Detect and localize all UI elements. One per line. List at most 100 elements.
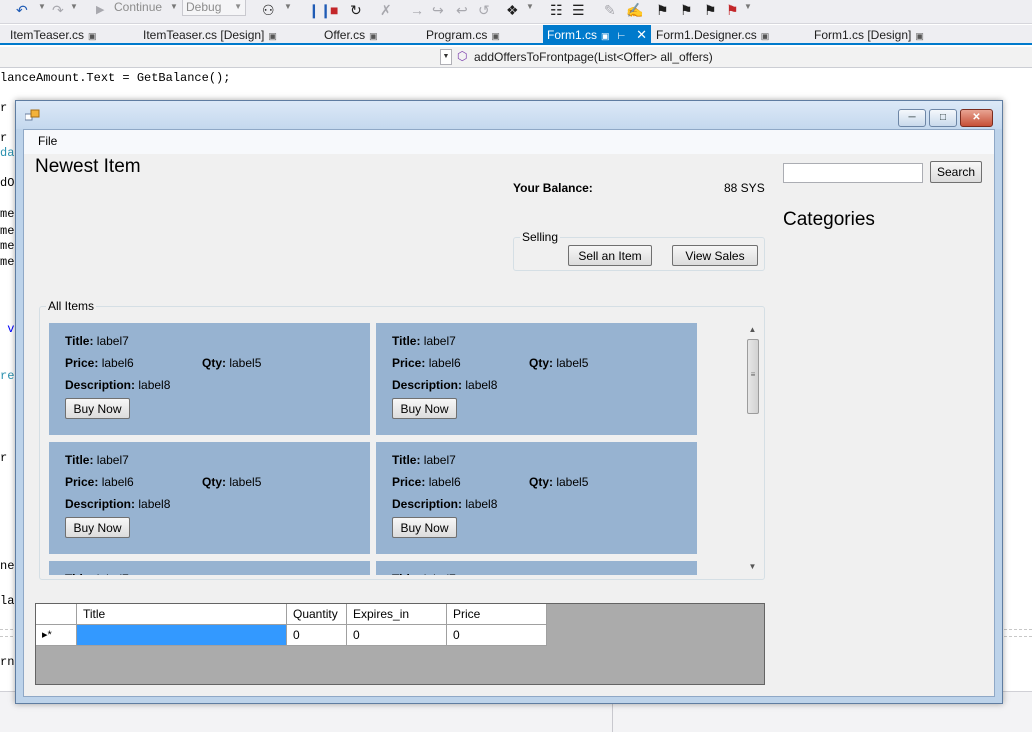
grid-row-header[interactable]: ▸* <box>36 625 77 646</box>
maximize-icon[interactable]: □ <box>929 109 957 127</box>
item-teaser-card: Title: label7Price: label6Qty: label5Des… <box>49 323 370 435</box>
item-price: Price: label6 <box>392 475 461 489</box>
undo-dropdown-icon[interactable]: ▼ <box>38 2 46 11</box>
redo-dropdown-icon[interactable]: ▼ <box>70 2 78 11</box>
close-tab-icon[interactable]: ✕ <box>636 25 647 45</box>
tab-itemteaser-design[interactable]: ItemTeaser.cs [Design] ▣ <box>143 25 277 45</box>
lock-icon: ▣ <box>491 31 500 41</box>
view-sales-button[interactable]: View Sales <box>672 245 758 266</box>
step-into-icon[interactable]: → <box>410 2 424 18</box>
grid-cell-expires[interactable]: 0 <box>347 625 447 646</box>
selling-groupbox-title: Selling <box>520 230 561 244</box>
comment-icon[interactable]: ✎ <box>604 2 616 18</box>
buy-now-button[interactable]: Buy Now <box>65 517 130 538</box>
offers-datagrid[interactable]: Title Quantity Expires_in Price ▸* 0 0 0 <box>35 603 765 685</box>
item-qty: Qty: label5 <box>529 475 588 489</box>
close-icon[interactable]: ✕ <box>960 109 993 127</box>
grid-cell-price[interactable]: 0 <box>447 625 547 646</box>
chevron-down-icon[interactable]: ▼ <box>440 49 452 65</box>
tab-form1-cs[interactable]: Form1.cs ▣ ⊢ ✕ <box>543 25 651 45</box>
item-price: Price: label6 <box>65 475 134 489</box>
grid-header-price[interactable]: Price <box>447 604 547 625</box>
tab-program-cs[interactable]: Program.cs ▣ <box>426 25 500 45</box>
continue-dropdown-icon[interactable]: ▼ <box>170 2 178 11</box>
item-description: Description: label8 <box>65 378 170 392</box>
item-description-label: Description: <box>392 497 463 511</box>
grid-header-title[interactable]: Title <box>77 604 287 625</box>
document-tabs: ItemTeaser.cs ▣ ItemTeaser.cs [Design] ▣ O… <box>0 25 1032 45</box>
hex-dropdown-icon[interactable]: ▼ <box>526 2 534 11</box>
solution-config-combo[interactable]: Debug ▼ <box>182 0 246 16</box>
restart-icon[interactable]: ↻ <box>350 2 362 18</box>
item-qty: Qty: label5 <box>529 356 588 370</box>
app-icon[interactable] <box>24 109 41 123</box>
form-window: ─ □ ✕ File Newest Item Your Balance: 88 … <box>15 100 1003 704</box>
buy-now-button[interactable]: Buy Now <box>65 398 130 419</box>
next-bookmark-icon[interactable]: ⚑ <box>704 2 717 18</box>
minimize-icon[interactable]: ─ <box>898 109 926 127</box>
step-back-icon[interactable]: ↺ <box>478 2 490 18</box>
item-price-label: Price: <box>392 356 426 370</box>
stack-frame-icon[interactable]: ☰ <box>572 2 585 18</box>
pin-icon[interactable]: ⊢ <box>618 31 626 41</box>
tab-label: ItemTeaser.cs [Design] <box>143 28 265 42</box>
menu-file[interactable]: File <box>38 134 57 148</box>
continue-button[interactable]: Continue <box>114 0 162 14</box>
step-out-icon[interactable]: ↩ <box>456 2 468 18</box>
undo-icon[interactable]: ↶ <box>16 2 28 18</box>
sell-item-button[interactable]: Sell an Item <box>568 245 652 266</box>
title-bar[interactable]: ─ □ ✕ <box>16 101 1002 129</box>
grid-cell-title[interactable] <box>77 625 287 646</box>
pause-icon[interactable]: ❙❙ <box>308 2 331 18</box>
lock-icon: ▣ <box>915 31 924 41</box>
tab-form1-design[interactable]: Form1.cs [Design] ▣ <box>814 25 924 45</box>
scroll-down-icon[interactable]: ▼ <box>744 558 761 575</box>
item-teaser-card: Title: label7Price: label6Qty: label5Des… <box>49 561 370 575</box>
newest-item-heading: Newest Item <box>35 156 141 177</box>
attach-dropdown-icon[interactable]: ▼ <box>284 2 292 11</box>
balance-value: 88 SYS <box>724 181 765 195</box>
prev-bookmark-icon[interactable]: ⚑ <box>680 2 693 18</box>
continue-play-icon[interactable]: ▶ <box>96 2 104 18</box>
show-next-statement-icon[interactable]: ✗ <box>380 2 392 18</box>
buy-now-button[interactable]: Buy Now <box>392 398 457 419</box>
stop-icon[interactable]: ■ <box>330 2 338 18</box>
bookmark-icon[interactable]: ⚑ <box>656 2 669 18</box>
item-list[interactable]: Title: label7 Price: label6 Qty: label5 Des… <box>49 323 699 575</box>
attach-process-icon[interactable]: ⚇ <box>262 2 275 18</box>
tab-form1-designer-cs[interactable]: Form1.Designer.cs ▣ <box>656 25 769 45</box>
member-dropdown[interactable]: addOffersToFrontpage(List<Offer> all_off… <box>474 50 713 64</box>
grid-cell-quantity[interactable]: 0 <box>287 625 347 646</box>
hex-display-icon[interactable]: ❖ <box>506 2 519 18</box>
grid-header-quantity[interactable]: Quantity <box>287 604 347 625</box>
search-button[interactable]: Search <box>930 161 982 183</box>
item-teaser-card: Title: label7Price: label6Qty: label5Des… <box>49 442 370 554</box>
redo-icon[interactable]: ↷ <box>52 2 64 18</box>
buy-now-button[interactable]: Buy Now <box>392 517 457 538</box>
scroll-thumb[interactable]: ≡ <box>747 339 759 414</box>
grid-corner-header[interactable] <box>36 604 77 625</box>
all-items-groupbox-title: All Items <box>46 299 97 313</box>
grid-header-expires[interactable]: Expires_in <box>347 604 447 625</box>
item-title: Title: label7 <box>65 453 129 467</box>
search-input[interactable] <box>783 163 923 183</box>
clear-bookmarks-icon[interactable]: ⚑ <box>726 2 739 18</box>
toolbar-overflow-icon[interactable]: ▼ <box>744 2 752 11</box>
tab-offer-cs[interactable]: Offer.cs ▣ <box>324 25 378 45</box>
vertical-scrollbar[interactable]: ▲ ≡ ▼ <box>744 321 761 575</box>
all-items-groupbox: All Items Title: label7 Price: label6 Qty:… <box>39 299 765 580</box>
item-price: Price: label6 <box>392 356 461 370</box>
item-price-value: label6 <box>101 356 134 370</box>
item-description-label: Description: <box>65 378 136 392</box>
tab-itemteaser-cs[interactable]: ItemTeaser.cs ▣ <box>10 25 97 45</box>
item-title-label: Title: <box>65 334 94 348</box>
solution-config-value: Debug <box>186 0 222 14</box>
uncomment-icon[interactable]: ✍ <box>626 2 643 18</box>
lock-icon: ▣ <box>268 31 277 41</box>
item-title-label: Title: <box>392 453 421 467</box>
scroll-up-icon[interactable]: ▲ <box>744 321 761 338</box>
step-over-icon[interactable]: ↪ <box>432 2 444 18</box>
threads-icon[interactable]: ☷ <box>550 2 563 18</box>
item-teaser-card: Title: label7Price: label6Qty: label5Des… <box>376 323 697 435</box>
item-qty-value: label5 <box>229 475 262 489</box>
